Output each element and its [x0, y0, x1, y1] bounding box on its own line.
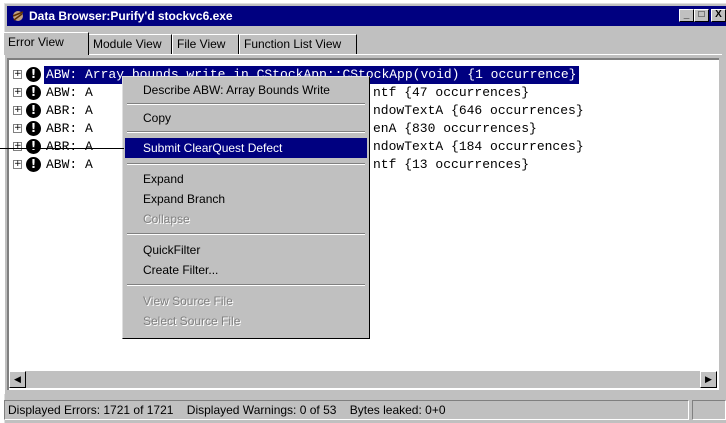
- error-exclamation-icon: !: [26, 103, 41, 118]
- menu-describe[interactable]: Describe ABW: Array Bounds Write: [125, 80, 367, 100]
- error-exclamation-icon: !: [26, 85, 41, 100]
- scroll-right-icon[interactable]: ▶: [700, 371, 717, 388]
- tab-function-list-view[interactable]: Function List View: [239, 34, 357, 54]
- scroll-left-icon[interactable]: ◀: [9, 371, 26, 388]
- plus-expander-icon[interactable]: +: [13, 106, 22, 115]
- status-errors: Displayed Errors: 1721 of 1721: [8, 403, 174, 417]
- error-exclamation-icon: !: [26, 67, 41, 82]
- status-leaked: Bytes leaked: 0+0: [349, 403, 446, 417]
- close-button[interactable]: X: [711, 9, 726, 22]
- plus-expander-icon[interactable]: +: [13, 88, 22, 97]
- tab-error-view[interactable]: Error View: [3, 32, 89, 55]
- menu-separator: [127, 284, 365, 286]
- menu-create-filter[interactable]: Create Filter...: [125, 260, 367, 280]
- menu-select-source-file: Select Source File: [143, 314, 241, 328]
- tree-row-tail: ndowTextA {646 occurrences}: [373, 103, 584, 118]
- context-menu: Describe ABW: Array Bounds Write Copy Su…: [122, 76, 370, 339]
- tree-row-prefix: ABR: A: [46, 103, 93, 118]
- status-warnings: Displayed Warnings: 0 of 53: [186, 403, 337, 417]
- menu-view-source-file: View Source File: [143, 294, 233, 308]
- menu-quickfilter[interactable]: QuickFilter: [125, 240, 367, 260]
- menu-expand-branch[interactable]: Expand Branch: [125, 189, 367, 209]
- title-bar[interactable]: Data Browser:Purify'd stockvc6.exe _ □ X: [7, 6, 726, 26]
- maximize-button[interactable]: □: [694, 9, 709, 22]
- menu-separator: [127, 163, 365, 165]
- menu-separator: [127, 103, 365, 105]
- menu-separator: [127, 233, 365, 235]
- minimize-button[interactable]: _: [679, 9, 694, 22]
- plus-expander-icon[interactable]: +: [13, 160, 22, 169]
- status-bar: Displayed Errors: 1721 of 1721 Displayed…: [4, 400, 726, 420]
- menu-submit-clearquest-defect[interactable]: Submit ClearQuest Defect: [125, 138, 367, 158]
- tab-file-view[interactable]: File View: [172, 34, 239, 54]
- tree-row-prefix: ABW: A: [46, 85, 93, 100]
- error-exclamation-icon: !: [26, 121, 41, 136]
- horizontal-scrollbar[interactable]: ◀ ▶: [9, 371, 717, 388]
- window-title: Data Browser:Purify'd stockvc6.exe: [29, 9, 233, 23]
- menu-expand[interactable]: Expand: [125, 169, 367, 189]
- plus-expander-icon[interactable]: +: [13, 124, 22, 133]
- tree-row-tail: ntf {13 occurrences}: [373, 157, 530, 172]
- plus-expander-icon[interactable]: +: [13, 70, 22, 79]
- error-exclamation-icon: !: [26, 157, 41, 172]
- status-resize-grip[interactable]: [692, 400, 726, 420]
- purify-app-icon: [12, 11, 24, 21]
- tree-row-tail: ndowTextA {184 occurrences}: [373, 139, 584, 154]
- status-text: Displayed Errors: 1721 of 1721 Displayed…: [4, 400, 689, 420]
- callout-line: [0, 148, 124, 149]
- tree-row-prefix: ABW: A: [46, 157, 93, 172]
- tree-row-tail: enA {830 occurrences}: [373, 121, 537, 136]
- menu-copy[interactable]: Copy: [125, 108, 367, 128]
- tree-row-prefix: ABR: A: [46, 139, 93, 154]
- tab-module-view[interactable]: Module View: [88, 34, 172, 54]
- error-exclamation-icon: !: [26, 139, 41, 154]
- menu-separator: [127, 131, 365, 133]
- menu-collapse: Collapse: [143, 212, 190, 226]
- tree-row-prefix: ABR: A: [46, 121, 93, 136]
- tree-row-tail: ntf {47 occurrences}: [373, 85, 530, 100]
- plus-expander-icon[interactable]: +: [13, 142, 22, 151]
